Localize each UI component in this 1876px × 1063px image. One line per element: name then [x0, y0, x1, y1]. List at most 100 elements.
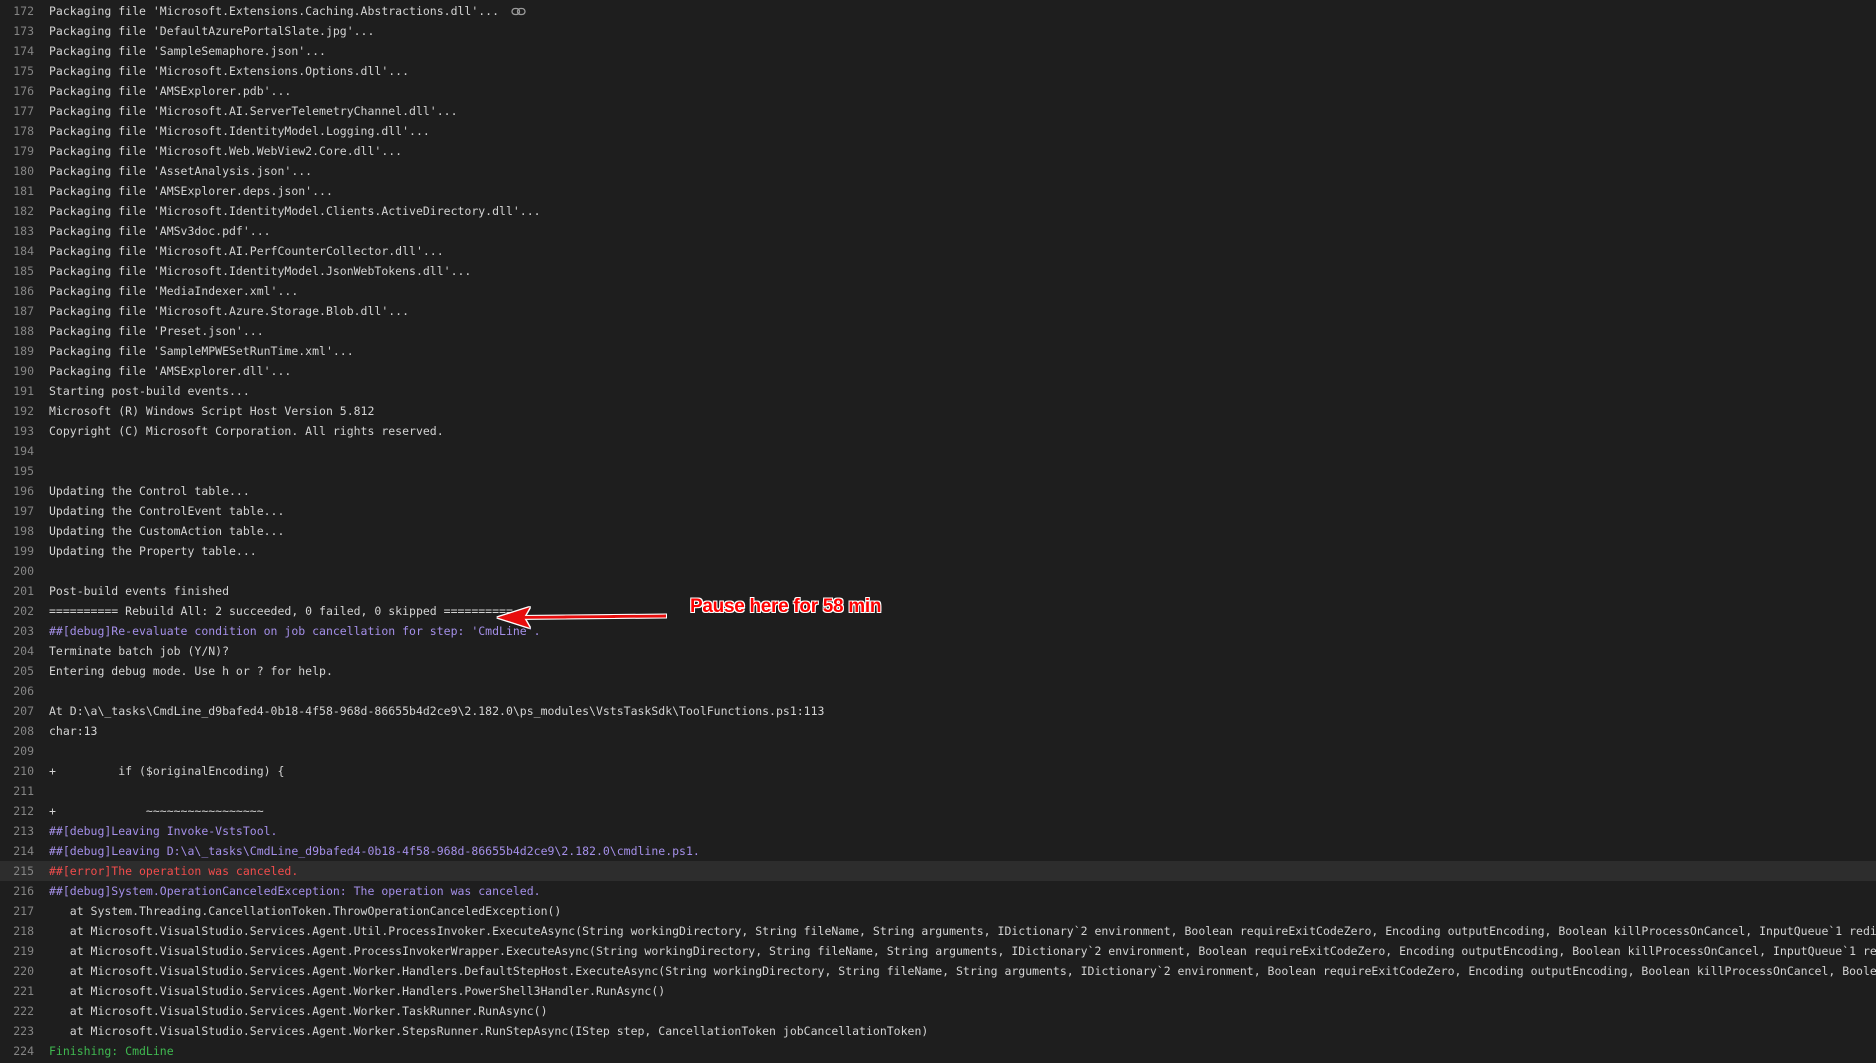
- log-line-192[interactable]: 192 Microsoft (R) Windows Script Host Ver…: [0, 401, 1876, 421]
- line-number: 205: [13, 664, 34, 678]
- log-line-218[interactable]: 218 at Microsoft.VisualStudio.Services.A…: [0, 921, 1876, 941]
- log-line-text-wrap: Updating the CustomAction table...: [49, 521, 1876, 541]
- log-line-212[interactable]: 212 + ~~~~~~~~~~~~~~~~~: [0, 801, 1876, 821]
- line-number: 223: [13, 1024, 34, 1038]
- line-number: 209: [13, 744, 34, 758]
- log-line-176[interactable]: 176 Packaging file 'AMSExplorer.pdb'...: [0, 81, 1876, 101]
- line-number: 172: [13, 4, 34, 18]
- log-line-text-wrap: at Microsoft.VisualStudio.Services.Agent…: [49, 941, 1876, 961]
- log-line-214[interactable]: 214 ##[debug]Leaving D:\a\_tasks\CmdLine_…: [0, 841, 1876, 861]
- log-line-209[interactable]: 209: [0, 741, 1876, 761]
- log-line-text-wrap: Starting post-build events...: [49, 381, 1876, 401]
- line-number: 190: [13, 364, 34, 378]
- log-line-text-wrap: Packaging file 'AMSExplorer.pdb'...: [49, 81, 1876, 101]
- log-line-173[interactable]: 173 Packaging file 'DefaultAzurePortalSla…: [0, 21, 1876, 41]
- log-line-text-wrap: ##[error]The operation was canceled.: [49, 861, 1876, 881]
- line-number: 185: [13, 264, 34, 278]
- log-line-202[interactable]: 202 ========== Rebuild All: 2 succeeded, …: [0, 601, 1876, 621]
- log-line-201[interactable]: 201 Post-build events finished: [0, 581, 1876, 601]
- log-line-224[interactable]: 224 Finishing: CmdLine: [0, 1041, 1876, 1061]
- log-line-text-wrap: + ~~~~~~~~~~~~~~~~~: [49, 801, 1876, 821]
- log-line-180[interactable]: 180 Packaging file 'AssetAnalysis.json'..…: [0, 161, 1876, 181]
- line-number: 184: [13, 244, 34, 258]
- line-number: 217: [13, 904, 34, 918]
- log-line-219[interactable]: 219 at Microsoft.VisualStudio.Services.A…: [0, 941, 1876, 961]
- line-number: 173: [13, 24, 34, 38]
- log-line-186[interactable]: 186 Packaging file 'MediaIndexer.xml'...: [0, 281, 1876, 301]
- log-line-174[interactable]: 174 Packaging file 'SampleSemaphore.json'…: [0, 41, 1876, 61]
- log-line-181[interactable]: 181 Packaging file 'AMSExplorer.deps.json…: [0, 181, 1876, 201]
- log-line-190[interactable]: 190 Packaging file 'AMSExplorer.dll'...: [0, 361, 1876, 381]
- log-line-text: Post-build events finished: [49, 584, 230, 598]
- log-line-211[interactable]: 211: [0, 781, 1876, 801]
- log-line-217[interactable]: 217 at System.Threading.CancellationToke…: [0, 901, 1876, 921]
- log-line-text-wrap: ##[debug]System.OperationCanceledExcepti…: [49, 881, 1876, 901]
- log-line-179[interactable]: 179 Packaging file 'Microsoft.Web.WebView…: [0, 141, 1876, 161]
- log-line-184[interactable]: 184 Packaging file 'Microsoft.AI.PerfCoun…: [0, 241, 1876, 261]
- log-line-178[interactable]: 178 Packaging file 'Microsoft.IdentityMod…: [0, 121, 1876, 141]
- log-line-text-wrap: Post-build events finished: [49, 581, 1876, 601]
- log-line-205[interactable]: 205 Entering debug mode. Use h or ? for h…: [0, 661, 1876, 681]
- log-line-text-wrap: Packaging file 'Microsoft.Web.WebView2.C…: [49, 141, 1876, 161]
- log-line-187[interactable]: 187 Packaging file 'Microsoft.Azure.Stora…: [0, 301, 1876, 321]
- log-line-210[interactable]: 210 + if ($originalEncoding) {: [0, 761, 1876, 781]
- log-line-text: Copyright (C) Microsoft Corporation. All…: [49, 424, 444, 438]
- log-line-text: ##[debug]Leaving Invoke-VstsTool.: [49, 824, 278, 838]
- log-line-193[interactable]: 193 Copyright (C) Microsoft Corporation. …: [0, 421, 1876, 441]
- log-line-text: Updating the Property table...: [49, 544, 257, 558]
- log-line-text: at Microsoft.VisualStudio.Services.Agent…: [49, 944, 1876, 958]
- log-line-200[interactable]: 200: [0, 561, 1876, 581]
- log-line-text-wrap: Terminate batch job (Y/N)?: [49, 641, 1876, 661]
- log-line-text: ##[debug]System.OperationCanceledExcepti…: [49, 884, 541, 898]
- log-line-220[interactable]: 220 at Microsoft.VisualStudio.Services.A…: [0, 961, 1876, 981]
- log-line-216[interactable]: 216 ##[debug]System.OperationCanceledExce…: [0, 881, 1876, 901]
- log-line-207[interactable]: 207 At D:\a\_tasks\CmdLine_d9bafed4-0b18-…: [0, 701, 1876, 721]
- line-number: 222: [13, 1004, 34, 1018]
- log-line-172[interactable]: 172 Packaging file 'Microsoft.Extensions.…: [0, 1, 1876, 21]
- log-line-197[interactable]: 197 Updating the ControlEvent table...: [0, 501, 1876, 521]
- log-line-text-wrap: Packaging file 'Microsoft.AI.PerfCounter…: [49, 241, 1876, 261]
- log-line-183[interactable]: 183 Packaging file 'AMSv3doc.pdf'...: [0, 221, 1876, 241]
- log-line-text: Packaging file 'Microsoft.IdentityModel.…: [49, 124, 430, 138]
- line-number: 175: [13, 64, 34, 78]
- log-line-text-wrap: Packaging file 'AMSv3doc.pdf'...: [49, 221, 1876, 241]
- log-line-175[interactable]: 175 Packaging file 'Microsoft.Extensions.…: [0, 61, 1876, 81]
- log-line-223[interactable]: 223 at Microsoft.VisualStudio.Services.A…: [0, 1021, 1876, 1041]
- log-line-177[interactable]: 177 Packaging file 'Microsoft.AI.ServerTe…: [0, 101, 1876, 121]
- log-line-221[interactable]: 221 at Microsoft.VisualStudio.Services.A…: [0, 981, 1876, 1001]
- log-line-194[interactable]: 194: [0, 441, 1876, 461]
- log-line-text: ##[debug]Re-evaluate condition on job ca…: [49, 624, 541, 638]
- line-number: 207: [13, 704, 34, 718]
- log-line-198[interactable]: 198 Updating the CustomAction table...: [0, 521, 1876, 541]
- log-line-199[interactable]: 199 Updating the Property table...: [0, 541, 1876, 561]
- line-number: 201: [13, 584, 34, 598]
- log-line-196[interactable]: 196 Updating the Control table...: [0, 481, 1876, 501]
- log-line-195[interactable]: 195: [0, 461, 1876, 481]
- line-number: 224: [13, 1044, 34, 1058]
- log-line-text-wrap: Copyright (C) Microsoft Corporation. All…: [49, 421, 1876, 441]
- log-line-text-wrap: char:13: [49, 721, 1876, 741]
- log-line-185[interactable]: 185 Packaging file 'Microsoft.IdentityMod…: [0, 261, 1876, 281]
- log-line-text-wrap: ##[debug]Leaving D:\a\_tasks\CmdLine_d9b…: [49, 841, 1876, 861]
- log-line-182[interactable]: 182 Packaging file 'Microsoft.IdentityMod…: [0, 201, 1876, 221]
- log-line-text-wrap: Packaging file 'Microsoft.IdentityModel.…: [49, 261, 1876, 281]
- log-line-215[interactable]: 215 ##[error]The operation was canceled.: [0, 861, 1876, 881]
- line-number: 191: [13, 384, 34, 398]
- log-line-204[interactable]: 204 Terminate batch job (Y/N)?: [0, 641, 1876, 661]
- line-number: 211: [13, 784, 34, 798]
- log-line-203[interactable]: 203 ##[debug]Re-evaluate condition on job…: [0, 621, 1876, 641]
- line-number: 202: [13, 604, 34, 618]
- log-line-text: Packaging file 'Microsoft.AI.ServerTelem…: [49, 104, 458, 118]
- log-line-191[interactable]: 191 Starting post-build events...: [0, 381, 1876, 401]
- log-line-188[interactable]: 188 Packaging file 'Preset.json'...: [0, 321, 1876, 341]
- log-line-213[interactable]: 213 ##[debug]Leaving Invoke-VstsTool.: [0, 821, 1876, 841]
- log-line-text-wrap: Packaging file 'Microsoft.IdentityModel.…: [49, 121, 1876, 141]
- log-line-222[interactable]: 222 at Microsoft.VisualStudio.Services.A…: [0, 1001, 1876, 1021]
- log-line-208[interactable]: 208 char:13: [0, 721, 1876, 741]
- log-line-text-wrap: Packaging file 'Microsoft.AI.ServerTelem…: [49, 101, 1876, 121]
- log-line-206[interactable]: 206: [0, 681, 1876, 701]
- copy-link-icon[interactable]: [511, 6, 526, 17]
- log-line-text-wrap: Packaging file 'Microsoft.Azure.Storage.…: [49, 301, 1876, 321]
- log-line-189[interactable]: 189 Packaging file 'SampleMPWESetRunTime.…: [0, 341, 1876, 361]
- log-line-text: Updating the CustomAction table...: [49, 524, 285, 538]
